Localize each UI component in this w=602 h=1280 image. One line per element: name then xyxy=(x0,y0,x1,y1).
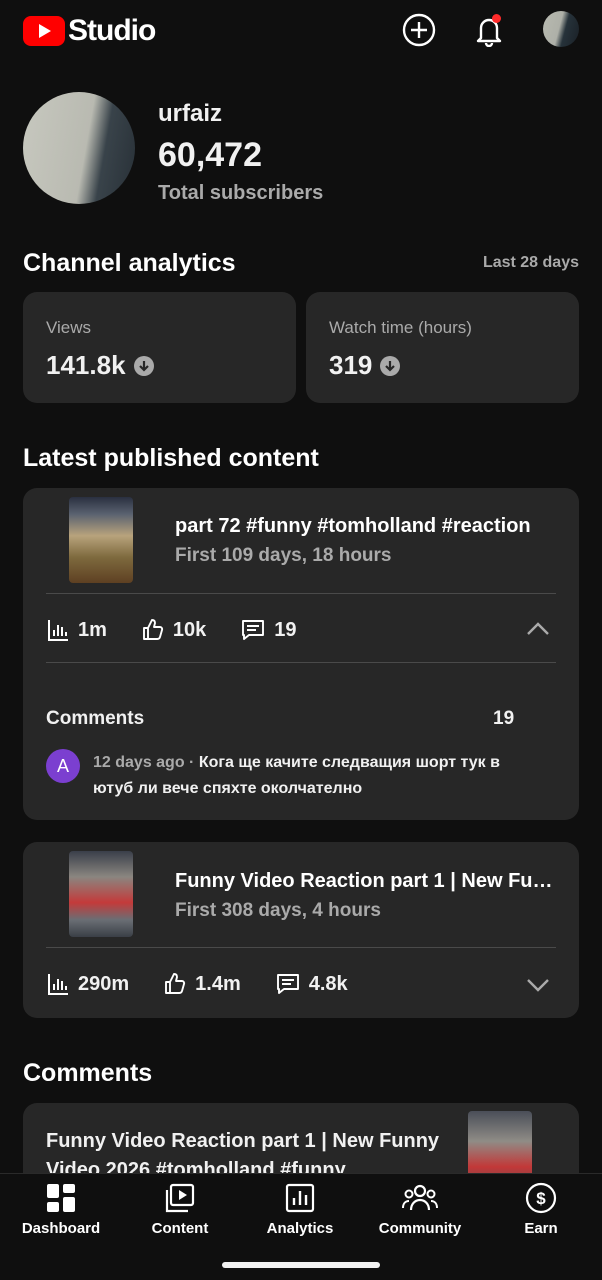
account-avatar[interactable] xyxy=(543,11,579,47)
analytics-range: Last 28 days xyxy=(482,254,579,271)
video-thumbnail[interactable] xyxy=(69,497,133,583)
commenter-avatar[interactable]: A xyxy=(46,749,80,783)
video-card[interactable]: Funny Video Reaction part 1 | New Funny … xyxy=(23,842,579,1018)
watch-time-label: Watch time (hours) xyxy=(329,318,472,337)
logo-text: Studio xyxy=(68,14,156,47)
comments-metric: 19 xyxy=(240,618,297,642)
bar-chart-icon xyxy=(48,974,68,995)
nav-earn[interactable]: $ Earn xyxy=(481,1182,601,1237)
nav-label: Dashboard xyxy=(21,1220,101,1237)
nav-content[interactable]: Content xyxy=(120,1182,240,1237)
subscriber-count: 60,472 xyxy=(158,136,262,174)
comments-metric: 4.8k xyxy=(275,972,348,996)
watch-time-value: 319 xyxy=(329,350,373,380)
likes-count: 10k xyxy=(172,618,207,641)
watch-time-value-row: 319 xyxy=(329,350,401,381)
nav-analytics[interactable]: Analytics xyxy=(240,1182,360,1237)
comment-time: 12 days ago xyxy=(93,754,185,771)
views-count: 1m xyxy=(78,618,107,641)
video-metrics: 290m 1.4m 4.8k xyxy=(46,972,382,996)
comment-icon xyxy=(242,620,265,640)
likes-count: 1.4m xyxy=(195,972,241,995)
dashboard-icon xyxy=(47,1184,75,1212)
comment-icon xyxy=(276,974,299,994)
nav-community[interactable]: Community xyxy=(360,1182,480,1237)
studio-logo[interactable]: Studio xyxy=(23,14,156,48)
comment-separator: · xyxy=(184,754,199,771)
analytics-title: Channel analytics xyxy=(23,249,236,277)
channel-name: urfaiz xyxy=(158,100,223,127)
video-age: First 308 days, 4 hours xyxy=(175,900,381,921)
video-age: First 109 days, 18 hours xyxy=(175,545,392,566)
comments-heading: Comments xyxy=(46,708,145,729)
video-card[interactable]: part 72 #funny #tomholland #reaction Fir… xyxy=(23,488,579,820)
bottom-nav: Dashboard Content Analytics Community $ … xyxy=(0,1173,602,1280)
svg-text:$: $ xyxy=(536,1189,546,1208)
add-icon xyxy=(402,13,436,47)
latest-content-title: Latest published content xyxy=(23,444,319,472)
chevron-down-icon[interactable] xyxy=(525,976,551,994)
trend-down-icon xyxy=(380,355,401,376)
top-bar: Studio xyxy=(0,0,602,60)
comments-section-title: Comments xyxy=(23,1059,153,1087)
comments-heading-count: 19 xyxy=(493,708,515,729)
views-metric: 1m xyxy=(46,618,107,642)
nav-label: Content xyxy=(151,1220,209,1237)
earn-icon: $ xyxy=(525,1182,557,1214)
nav-label: Earn xyxy=(524,1220,558,1237)
bar-chart-icon xyxy=(48,620,68,641)
trend-down-icon xyxy=(133,355,154,376)
views-metric: 290m xyxy=(46,972,129,996)
views-value: 141.8k xyxy=(46,350,126,380)
home-indicator[interactable] xyxy=(222,1262,380,1268)
notifications-button[interactable] xyxy=(471,12,507,48)
thumbs-up-icon xyxy=(165,973,186,994)
video-thumbnail[interactable] xyxy=(69,851,133,937)
chevron-up-icon[interactable] xyxy=(525,619,551,637)
nav-label: Community xyxy=(378,1220,462,1237)
video-title[interactable]: Funny Video Reaction part 1 | New Funny … xyxy=(175,870,560,893)
create-button[interactable] xyxy=(401,12,437,48)
subscriber-label: Total subscribers xyxy=(158,182,324,204)
channel-avatar[interactable] xyxy=(23,92,135,204)
channel-header: urfaiz 60,472 Total subscribers xyxy=(23,92,583,212)
analytics-icon xyxy=(285,1183,315,1213)
likes-metric: 1.4m xyxy=(163,972,241,996)
notification-dot xyxy=(492,14,501,23)
comment-item[interactable]: 12 days ago · Кога ще качите следващия ш… xyxy=(93,750,543,802)
views-label: Views xyxy=(46,318,92,337)
watch-time-card[interactable]: Watch time (hours) 319 xyxy=(306,292,579,403)
community-icon xyxy=(402,1184,438,1211)
comments-count: 4.8k xyxy=(308,972,348,995)
comments-count: 19 xyxy=(274,618,297,641)
content-icon xyxy=(165,1183,195,1213)
nav-dashboard[interactable]: Dashboard xyxy=(1,1182,121,1237)
nav-label: Analytics xyxy=(266,1220,334,1237)
views-card[interactable]: Views 141.8k xyxy=(23,292,296,403)
youtube-play-icon xyxy=(23,16,65,46)
divider xyxy=(46,662,556,663)
divider xyxy=(46,947,556,948)
views-value-row: 141.8k xyxy=(46,350,154,381)
views-count: 290m xyxy=(78,972,130,995)
thumbs-up-icon xyxy=(142,619,163,640)
divider xyxy=(46,593,556,594)
video-title[interactable]: part 72 #funny #tomholland #reaction xyxy=(175,515,560,538)
video-metrics: 1m 10k 19 xyxy=(46,618,331,642)
likes-metric: 10k xyxy=(141,618,206,642)
